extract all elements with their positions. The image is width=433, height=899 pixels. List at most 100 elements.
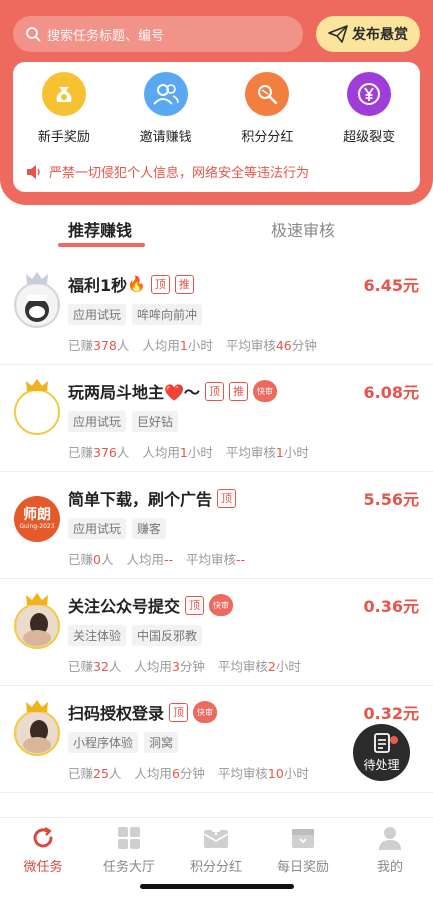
person-icon: [379, 827, 401, 850]
nav-micro-task[interactable]: 微任务: [0, 826, 86, 875]
task-stats: 已赚32人 人均用3分钟 平均审核2小时: [68, 659, 301, 674]
task-list: 福利1秒 🔥 顶 推 应用试玩 哞哞向前冲 已赚378人 人均用1小时 平均审核…: [0, 258, 433, 793]
crown-icon: [25, 591, 49, 610]
badge-top: 顶: [204, 381, 224, 401]
menu-super-fission[interactable]: 超级裂变: [318, 72, 420, 145]
task-title: 简单下载，刷个广告: [68, 490, 213, 509]
task-title: 玩两局斗地主❤️～: [68, 383, 200, 402]
task-price: 6.08元: [363, 383, 419, 402]
envelope-plus-icon: [203, 827, 229, 848]
task-tags: 小程序体验 洞窝: [68, 732, 184, 753]
menu-label: 超级裂变: [343, 130, 396, 145]
pending-label: 待处理: [363, 757, 400, 772]
task-title: 扫码授权登录: [68, 704, 165, 723]
task-title-row: 福利1秒 🔥 顶 推: [68, 272, 194, 296]
task-title-row: 玩两局斗地主❤️～ 顶 推 快审: [68, 379, 277, 403]
home-indicator: [140, 884, 294, 889]
search-placeholder: 搜索任务标题、编号: [47, 28, 165, 44]
task-stats: 已赚378人 人均用1小时 平均审核46分钟: [68, 338, 317, 353]
fire-icon: 🔥: [127, 275, 146, 293]
task-title: 关注公众号提交: [68, 597, 181, 616]
paper-plane-icon: [328, 25, 348, 43]
feature-menu: 新手奖励 邀请赚钱 积分分红 超级裂变: [13, 72, 420, 145]
task-tags: 关注体验 中国反邪教: [68, 625, 208, 646]
nav-points-dividend[interactable]: 积分分红: [173, 826, 259, 875]
yen-coin-icon: [347, 72, 392, 116]
notification-dot: [390, 736, 398, 744]
badge-recommend: 推: [228, 381, 248, 401]
menu-label: 邀请赚钱: [139, 130, 192, 145]
header: 搜索任务标题、编号 发布悬赏 新手奖励 邀请赚钱 积分分红 超级裂变 严禁一切侵…: [0, 0, 433, 205]
users-icon: [143, 72, 188, 116]
feature-card: 新手奖励 邀请赚钱 积分分红 超级裂变 严禁一切侵犯个人信息，网络安全等违法行为: [13, 62, 420, 192]
avatar: [14, 272, 60, 328]
avatar: [14, 593, 60, 649]
avatar: 师朗 Guing-2023: [14, 496, 60, 542]
fast-review-badge: 快审: [209, 594, 234, 616]
notice-bar: 严禁一切侵犯个人信息，网络安全等违法行为: [25, 162, 309, 181]
task-tags: 应用试玩 哞哞向前冲: [68, 304, 208, 325]
task-tag: 哞哞向前冲: [132, 304, 203, 325]
task-tag: 洞窝: [144, 732, 179, 753]
pending-button[interactable]: 待处理: [353, 724, 410, 781]
avatar: [14, 379, 60, 435]
publish-bounty-button[interactable]: 发布悬赏: [316, 16, 420, 52]
task-stats: 已赚376人 人均用1小时 平均审核1小时: [68, 445, 309, 460]
bottom-nav: 微任务 任务大厅 积分分红 每日奖励 我的: [0, 817, 433, 899]
badge-recommend: 推: [174, 274, 194, 294]
task-title: 福利1秒: [68, 276, 128, 295]
task-tag: 应用试玩: [68, 518, 127, 539]
publish-label: 发布悬赏: [352, 27, 408, 43]
task-title-row: 简单下载，刷个广告 顶: [68, 486, 237, 510]
badge-top: 顶: [169, 702, 189, 722]
task-tags: 应用试玩 赚客: [68, 518, 172, 539]
task-item[interactable]: 玩两局斗地主❤️～ 顶 推 快审 应用试玩 巨好钻 已赚376人 人均用1小时 …: [0, 365, 433, 472]
task-item[interactable]: 福利1秒 🔥 顶 推 应用试玩 哞哞向前冲 已赚378人 人均用1小时 平均审核…: [0, 258, 433, 365]
task-title-row: 扫码授权登录 顶 快审: [68, 700, 218, 724]
task-title-row: 关注公众号提交 顶 快审: [68, 593, 234, 617]
badge-top: 顶: [217, 488, 237, 508]
grid-icon: [118, 827, 140, 849]
notice-text: 严禁一切侵犯个人信息，网络安全等违法行为: [49, 166, 310, 181]
refresh-icon: [33, 826, 53, 848]
rocket-icon: [245, 72, 290, 116]
tab-recommended[interactable]: 推荐赚钱: [68, 217, 132, 241]
menu-label: 积分分红: [241, 130, 294, 145]
task-tag: 应用试玩: [68, 304, 127, 325]
nav-daily-reward[interactable]: 每日奖励: [260, 826, 346, 875]
task-price: 6.45元: [363, 276, 419, 295]
task-tag: 关注体验: [68, 625, 127, 646]
task-stats: 已赚25人 人均用6分钟 平均审核10小时: [68, 766, 309, 781]
task-item[interactable]: 关注公众号提交 顶 快审 关注体验 中国反邪教 已赚32人 人均用3分钟 平均审…: [0, 579, 433, 686]
task-price: 0.32元: [363, 704, 419, 723]
menu-invite-earn[interactable]: 邀请赚钱: [115, 72, 217, 145]
speaker-icon: [27, 164, 40, 179]
menu-newbie-reward[interactable]: 新手奖励: [13, 72, 115, 145]
nav-task-hall[interactable]: 任务大厅: [86, 826, 172, 875]
search-icon: [26, 27, 41, 42]
avatar: [14, 700, 60, 756]
task-tags: 应用试玩 巨好钻: [68, 411, 184, 432]
task-tag: 赚客: [132, 518, 167, 539]
tab-fast-review[interactable]: 极速审核: [271, 217, 335, 241]
task-tag: 巨好钻: [132, 411, 179, 432]
document-icon: [373, 732, 390, 753]
active-tab-indicator: [58, 243, 145, 247]
gift-box-icon: [292, 829, 314, 848]
task-price: 5.56元: [363, 490, 419, 509]
money-bag-icon: [41, 72, 86, 116]
menu-points-dividend[interactable]: 积分分红: [217, 72, 319, 145]
task-tag: 中国反邪教: [132, 625, 203, 646]
task-stats: 已赚0人 人均用-- 平均审核--: [68, 552, 246, 567]
search-input[interactable]: 搜索任务标题、编号: [13, 16, 303, 52]
fast-review-badge: 快审: [252, 380, 277, 402]
badge-top: 顶: [185, 595, 205, 615]
task-tag: 应用试玩: [68, 411, 127, 432]
badge-top: 顶: [150, 274, 170, 294]
menu-label: 新手奖励: [37, 130, 90, 145]
task-tabs: 推荐赚钱 极速审核: [0, 205, 433, 255]
nav-mine[interactable]: 我的: [347, 826, 433, 875]
crown-icon: [25, 698, 49, 717]
task-item[interactable]: 师朗 Guing-2023 简单下载，刷个广告 顶 应用试玩 赚客 已赚0人 人…: [0, 472, 433, 579]
fast-review-badge: 快审: [193, 701, 218, 723]
